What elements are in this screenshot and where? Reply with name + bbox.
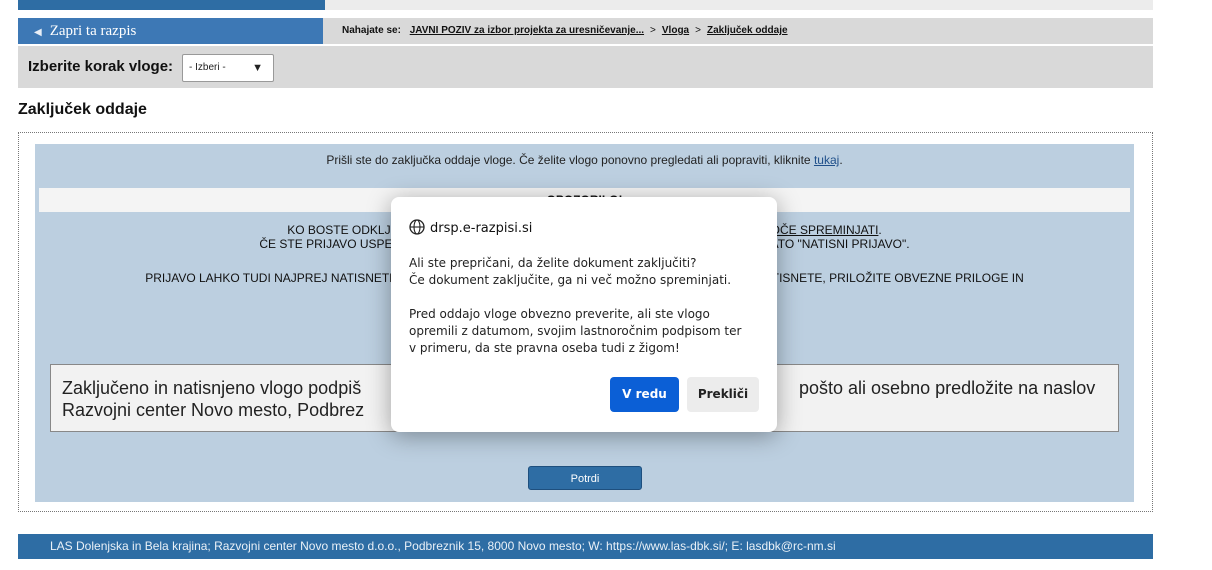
breadcrumb-prefix: Nahajate se:: [342, 25, 401, 36]
dialog-paragraph-1: Ali ste prepričani, da želite dokument z…: [409, 255, 759, 289]
page-title: Zaključek oddaje: [18, 101, 147, 118]
navigation-bar: ◀ Zapri ta razpis Nahajate se: JAVNI POZI…: [18, 18, 1153, 44]
dialog-text: Pred oddajo vloge obvezno preverite, ali…: [409, 307, 710, 321]
breadcrumb-separator: >: [650, 25, 656, 36]
intro-text-body: Prišli ste do zaključka oddaje vloge. Če…: [326, 153, 811, 167]
top-gray-strip: [325, 0, 1153, 10]
close-call-label: Zapri ta razpis: [49, 23, 137, 39]
intro-text-end: .: [839, 153, 843, 167]
triangle-down-icon: ▼: [252, 62, 263, 74]
breadcrumb-separator: >: [695, 25, 701, 36]
dialog-text: opremili z datumom, svojim lastnoročnim …: [409, 324, 742, 338]
step-selector-label: Izberite korak vloge:: [28, 58, 174, 75]
intro-text: Prišli ste do zaključka oddaje vloge. Če…: [35, 153, 1134, 167]
dialog-origin: drsp.e-razpisi.si: [409, 219, 532, 236]
globe-icon: [409, 219, 425, 235]
breadcrumb-link-call[interactable]: JAVNI POZIV za izbor projekta za uresnič…: [410, 25, 644, 36]
confirm-dialog: drsp.e-razpisi.si Ali ste prepričani, da…: [391, 197, 777, 432]
top-accent-strip: [18, 0, 325, 10]
dialog-cancel-button[interactable]: Prekliči: [687, 377, 759, 412]
review-link[interactable]: tukaj: [814, 153, 839, 167]
dialog-text: Če dokument zaključite, ga ni več možno …: [409, 273, 732, 287]
dialog-ok-button[interactable]: V redu: [610, 377, 679, 412]
dialog-paragraph-2: Pred oddajo vloge obvezno preverite, ali…: [409, 306, 759, 357]
breadcrumb: Nahajate se: JAVNI POZIV za izbor projek…: [342, 18, 788, 44]
dialog-text: Ali ste prepričani, da želite dokument z…: [409, 256, 697, 270]
dialog-message: Ali ste prepričani, da želite dokument z…: [409, 255, 759, 374]
close-call-button[interactable]: ◀ Zapri ta razpis: [18, 18, 323, 44]
confirm-button[interactable]: Potrdi: [528, 466, 642, 490]
breadcrumb-link-application[interactable]: Vloga: [662, 25, 689, 36]
notice-line-1-right: pošto ali osebno predložite na naslov: [799, 378, 1096, 398]
footer: LAS Dolenjska in Bela krajina; Razvojni …: [18, 534, 1153, 559]
breadcrumb-link-submission[interactable]: Zaključek oddaje: [707, 25, 788, 36]
dialog-text: v primeru, da ste pravna oseba tudi z ži…: [409, 341, 680, 355]
triangle-left-icon: ◀: [34, 27, 42, 38]
step-select-value: - Izberi -: [189, 62, 226, 73]
step-select-dropdown[interactable]: - Izberi - ▼: [182, 54, 274, 82]
dialog-origin-text: drsp.e-razpisi.si: [430, 221, 533, 236]
step-selector-bar: Izberite korak vloge: - Izberi - ▼: [18, 46, 1153, 88]
